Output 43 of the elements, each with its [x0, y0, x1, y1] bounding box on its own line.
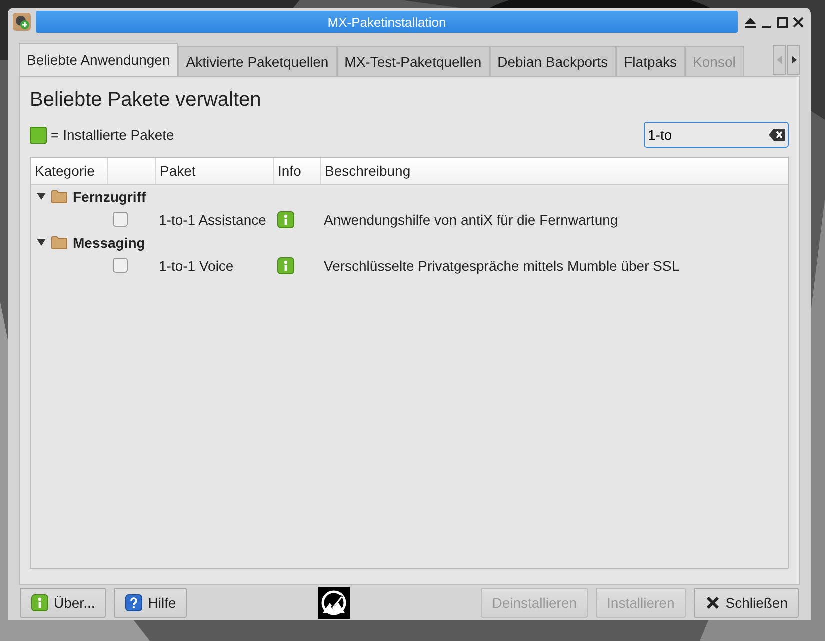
description: Verschlüsselte Privatgespräche mittels Mumble über SSL — [323, 258, 680, 274]
left-arrow-icon — [776, 56, 782, 64]
tab[interactable]: Beliebte Anwendungen — [19, 43, 178, 76]
package-name: 1-to-1 Assistance — [158, 212, 266, 228]
column-header[interactable]: Paket — [155, 158, 273, 184]
tab[interactable]: Aktivierte Paketquellen — [178, 46, 337, 76]
legend-label: = Installierte Pakete — [51, 127, 174, 143]
category-label[interactable]: Fernzugriff — [73, 188, 146, 204]
info-icon[interactable] — [277, 256, 295, 274]
tab[interactable]: Debian Backports — [490, 46, 616, 76]
checkbox[interactable] — [113, 212, 128, 227]
help-icon — [125, 594, 144, 612]
window-title: MX-Paketinstallation — [36, 11, 738, 33]
folder-icon — [51, 190, 68, 204]
info-icon — [31, 594, 49, 612]
logo-icon — [318, 586, 350, 618]
close-icon — [704, 594, 721, 610]
clear-icon[interactable] — [769, 129, 785, 141]
expanded-arrow-icon[interactable] — [37, 238, 46, 247]
folder-icon — [51, 236, 68, 250]
column-header[interactable]: Kategorie — [31, 158, 107, 184]
help-button[interactable]: Hilfe — [114, 588, 188, 618]
tab[interactable]: Flatpaks — [616, 46, 686, 76]
section-heading: Beliebte Pakete verwalten — [30, 89, 262, 112]
maximize-icon[interactable] — [776, 16, 789, 28]
description: Anwendungshilfe von antiX für die Fernwartung — [323, 212, 618, 228]
info-icon[interactable] — [277, 210, 295, 228]
package-name: 1-to-1 Voice — [158, 258, 234, 274]
scroll-right-button[interactable] — [787, 45, 800, 75]
about-button[interactable]: Über... — [20, 588, 106, 618]
checkbox[interactable] — [113, 258, 128, 273]
close-icon[interactable] — [792, 16, 805, 28]
search-field[interactable]: 1-to — [648, 127, 769, 143]
app-icon — [12, 12, 32, 32]
expanded-arrow-icon[interactable] — [37, 192, 46, 201]
close-button[interactable]: Schließen — [694, 588, 799, 618]
column-header[interactable]: Info — [273, 158, 320, 184]
search-box[interactable]: 1-to — [644, 122, 789, 148]
column-header[interactable]: Beschreibung — [320, 158, 788, 184]
tab[interactable]: MX-Test-Paketquellen — [336, 46, 490, 76]
right-arrow-icon — [790, 56, 796, 64]
eject-icon[interactable] — [744, 16, 757, 28]
category-label[interactable]: Messaging — [73, 234, 146, 250]
